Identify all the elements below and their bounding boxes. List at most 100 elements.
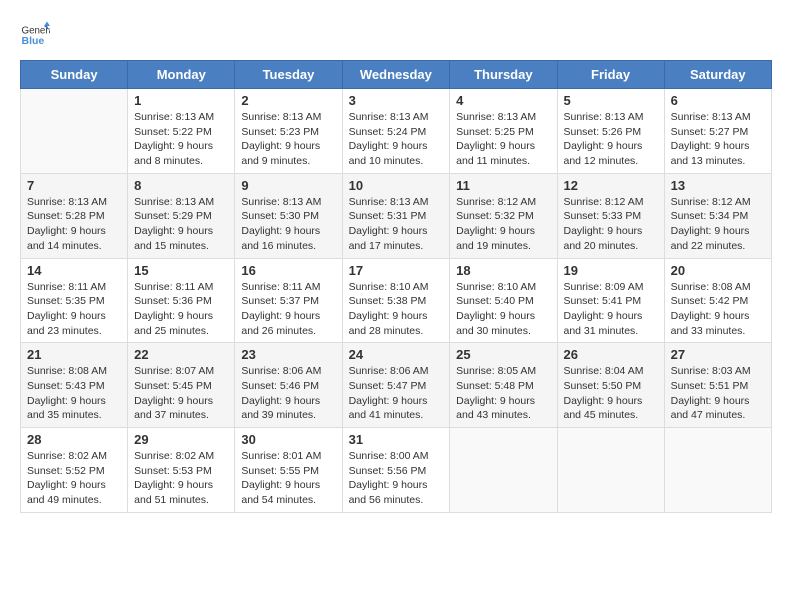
day-info: Sunrise: 8:13 AMSunset: 5:26 PMDaylight:… (564, 110, 658, 169)
calendar-cell: 6Sunrise: 8:13 AMSunset: 5:27 PMDaylight… (664, 89, 771, 174)
day-info: Sunrise: 8:13 AMSunset: 5:28 PMDaylight:… (27, 195, 121, 254)
day-info: Sunrise: 8:04 AMSunset: 5:50 PMDaylight:… (564, 364, 658, 423)
calendar-cell: 17 Sunrise: 8:10 AMSunset: 5:38 PMDayligh… (342, 258, 450, 343)
day-info: Sunrise: 8:12 AMSunset: 5:33 PMDaylight:… (564, 195, 658, 254)
day-number: 10 (349, 178, 444, 193)
calendar-cell: 4 Sunrise: 8:13 AMSunset: 5:25 PMDaylight… (450, 89, 557, 174)
day-info: Sunrise: 8:01 AMSunset: 5:55 PMDaylight:… (241, 449, 335, 508)
day-info: Sunrise: 8:13 AMSunset: 5:22 PMDaylight:… (134, 110, 228, 169)
day-number: 18 (456, 263, 550, 278)
day-info: Sunrise: 8:08 AMSunset: 5:43 PMDaylight:… (27, 364, 121, 423)
day-info: Sunrise: 8:10 AMSunset: 5:40 PMDaylight:… (456, 280, 550, 339)
day-number: 31 (349, 432, 444, 447)
calendar-cell: 12Sunrise: 8:12 AMSunset: 5:33 PMDayligh… (557, 173, 664, 258)
calendar-cell: 5 Sunrise: 8:13 AMSunset: 5:26 PMDaylight… (557, 89, 664, 174)
day-info: Sunrise: 8:13 AMSunset: 5:29 PMDaylight:… (134, 195, 228, 254)
day-number: 27 (671, 347, 765, 362)
day-number: 11 (456, 178, 550, 193)
day-number: 25 (456, 347, 550, 362)
calendar-cell: 30 Sunrise: 8:01 AMSunset: 5:55 PMDayligh… (235, 428, 342, 513)
day-info: Sunrise: 8:05 AMSunset: 5:48 PMDaylight:… (456, 364, 550, 423)
weekday-header-saturday: Saturday (664, 61, 771, 89)
day-number: 8 (134, 178, 228, 193)
day-info: Sunrise: 8:02 AMSunset: 5:52 PMDaylight:… (27, 449, 121, 508)
day-info: Sunrise: 8:10 AMSunset: 5:38 PMDaylight:… (349, 280, 444, 339)
calendar-cell: 16Sunrise: 8:11 AMSunset: 5:37 PMDayligh… (235, 258, 342, 343)
calendar-cell (664, 428, 771, 513)
day-info: Sunrise: 8:11 AMSunset: 5:35 PMDaylight:… (27, 280, 121, 339)
day-info: Sunrise: 8:03 AMSunset: 5:51 PMDaylight:… (671, 364, 765, 423)
day-number: 28 (27, 432, 121, 447)
day-number: 23 (241, 347, 335, 362)
logo: General Blue (20, 20, 50, 50)
day-info: Sunrise: 8:13 AMSunset: 5:25 PMDaylight:… (456, 110, 550, 169)
day-info: Sunrise: 8:13 AMSunset: 5:31 PMDaylight:… (349, 195, 444, 254)
day-info: Sunrise: 8:13 AMSunset: 5:23 PMDaylight:… (241, 110, 335, 169)
day-number: 7 (27, 178, 121, 193)
day-info: Sunrise: 8:06 AMSunset: 5:46 PMDaylight:… (241, 364, 335, 423)
weekday-header-sunday: Sunday (21, 61, 128, 89)
day-number: 26 (564, 347, 658, 362)
day-number: 30 (241, 432, 335, 447)
day-number: 1 (134, 93, 228, 108)
calendar-cell: 9 Sunrise: 8:13 AMSunset: 5:30 PMDaylight… (235, 173, 342, 258)
calendar-cell: 25 Sunrise: 8:05 AMSunset: 5:48 PMDayligh… (450, 343, 557, 428)
page-header: General Blue (20, 20, 772, 50)
day-info: Sunrise: 8:06 AMSunset: 5:47 PMDaylight:… (349, 364, 444, 423)
calendar-cell: 13Sunrise: 8:12 AMSunset: 5:34 PMDayligh… (664, 173, 771, 258)
day-number: 15 (134, 263, 228, 278)
day-number: 20 (671, 263, 765, 278)
day-number: 16 (241, 263, 335, 278)
weekday-header-tuesday: Tuesday (235, 61, 342, 89)
calendar-cell: 3 Sunrise: 8:13 AMSunset: 5:24 PMDaylight… (342, 89, 450, 174)
day-info: Sunrise: 8:08 AMSunset: 5:42 PMDaylight:… (671, 280, 765, 339)
calendar-cell: 14 Sunrise: 8:11 AMSunset: 5:35 PMDayligh… (21, 258, 128, 343)
day-number: 4 (456, 93, 550, 108)
calendar-cell: 20 Sunrise: 8:08 AMSunset: 5:42 PMDayligh… (664, 258, 771, 343)
day-info: Sunrise: 8:09 AMSunset: 5:41 PMDaylight:… (564, 280, 658, 339)
calendar-cell: 1 Sunrise: 8:13 AMSunset: 5:22 PMDaylight… (128, 89, 235, 174)
day-number: 24 (349, 347, 444, 362)
day-number: 2 (241, 93, 335, 108)
day-info: Sunrise: 8:00 AMSunset: 5:56 PMDaylight:… (349, 449, 444, 508)
day-info: Sunrise: 8:07 AMSunset: 5:45 PMDaylight:… (134, 364, 228, 423)
calendar-cell: 31 Sunrise: 8:00 AMSunset: 5:56 PMDayligh… (342, 428, 450, 513)
week-row-5: 28 Sunrise: 8:02 AMSunset: 5:52 PMDayligh… (21, 428, 772, 513)
calendar-cell: 7 Sunrise: 8:13 AMSunset: 5:28 PMDaylight… (21, 173, 128, 258)
day-info: Sunrise: 8:12 AMSunset: 5:32 PMDaylight:… (456, 195, 550, 254)
day-number: 14 (27, 263, 121, 278)
day-number: 6 (671, 93, 765, 108)
calendar-cell: 10 Sunrise: 8:13 AMSunset: 5:31 PMDayligh… (342, 173, 450, 258)
svg-text:Blue: Blue (22, 35, 45, 47)
calendar-cell: 24 Sunrise: 8:06 AMSunset: 5:47 PMDayligh… (342, 343, 450, 428)
weekday-header-monday: Monday (128, 61, 235, 89)
calendar-cell: 26 Sunrise: 8:04 AMSunset: 5:50 PMDayligh… (557, 343, 664, 428)
day-info: Sunrise: 8:13 AMSunset: 5:30 PMDaylight:… (241, 195, 335, 254)
calendar-cell: 28 Sunrise: 8:02 AMSunset: 5:52 PMDayligh… (21, 428, 128, 513)
calendar-cell: 27 Sunrise: 8:03 AMSunset: 5:51 PMDayligh… (664, 343, 771, 428)
day-number: 9 (241, 178, 335, 193)
calendar-table: SundayMondayTuesdayWednesdayThursdayFrid… (20, 60, 772, 513)
calendar-cell: 15 Sunrise: 8:11 AMSunset: 5:36 PMDayligh… (128, 258, 235, 343)
weekday-header-row: SundayMondayTuesdayWednesdayThursdayFrid… (21, 61, 772, 89)
day-info: Sunrise: 8:11 AMSunset: 5:36 PMDaylight:… (134, 280, 228, 339)
day-number: 21 (27, 347, 121, 362)
calendar-cell: 23 Sunrise: 8:06 AMSunset: 5:46 PMDayligh… (235, 343, 342, 428)
calendar-cell: 21 Sunrise: 8:08 AMSunset: 5:43 PMDayligh… (21, 343, 128, 428)
weekday-header-friday: Friday (557, 61, 664, 89)
calendar-cell: 8 Sunrise: 8:13 AMSunset: 5:29 PMDaylight… (128, 173, 235, 258)
day-number: 22 (134, 347, 228, 362)
calendar-cell: 22 Sunrise: 8:07 AMSunset: 5:45 PMDayligh… (128, 343, 235, 428)
day-info: Sunrise: 8:02 AMSunset: 5:53 PMDaylight:… (134, 449, 228, 508)
day-info: Sunrise: 8:13 AMSunset: 5:24 PMDaylight:… (349, 110, 444, 169)
day-number: 5 (564, 93, 658, 108)
week-row-2: 7 Sunrise: 8:13 AMSunset: 5:28 PMDaylight… (21, 173, 772, 258)
week-row-4: 21 Sunrise: 8:08 AMSunset: 5:43 PMDayligh… (21, 343, 772, 428)
calendar-cell: 11 Sunrise: 8:12 AMSunset: 5:32 PMDayligh… (450, 173, 557, 258)
week-row-1: 1 Sunrise: 8:13 AMSunset: 5:22 PMDaylight… (21, 89, 772, 174)
day-number: 17 (349, 263, 444, 278)
day-number: 3 (349, 93, 444, 108)
day-number: 19 (564, 263, 658, 278)
calendar-cell: 18 Sunrise: 8:10 AMSunset: 5:40 PMDayligh… (450, 258, 557, 343)
calendar-cell: 19 Sunrise: 8:09 AMSunset: 5:41 PMDayligh… (557, 258, 664, 343)
